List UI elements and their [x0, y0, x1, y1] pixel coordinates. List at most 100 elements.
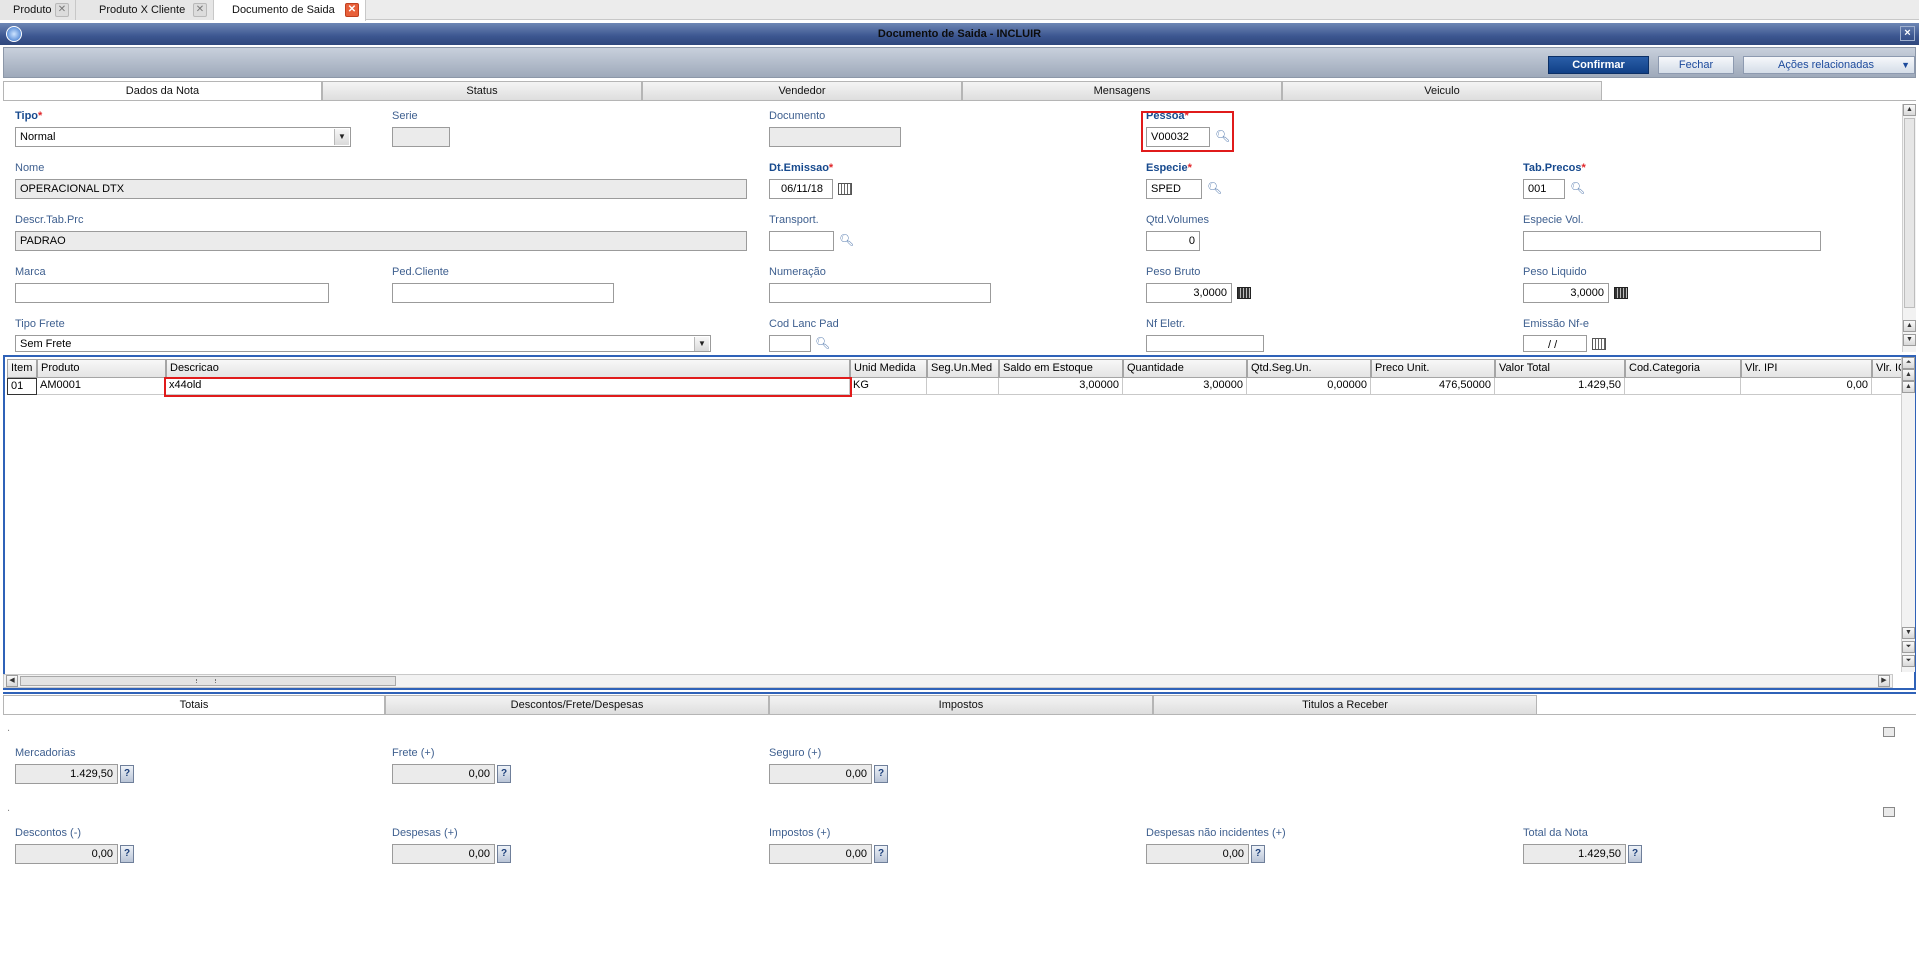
grid-scrollbar[interactable]: ⏶ ▲ ▲ ▼ ⏷ ⏷ — [1901, 357, 1915, 672]
peso-liquido-field[interactable]: 3,0000 — [1523, 283, 1609, 303]
grid-header-valor-total[interactable]: Valor Total — [1495, 359, 1625, 378]
cell-seg-un-med[interactable] — [927, 378, 999, 395]
cell-preco-unit[interactable]: 476,50000 — [1371, 378, 1495, 395]
qtd-volumes-field[interactable]: 0 — [1146, 231, 1200, 251]
doc-tab-produto[interactable]: Produto ✕ — [0, 0, 76, 20]
grid-header-preco-unit[interactable]: Preco Unit. — [1371, 359, 1495, 378]
search-icon[interactable]: 🔍︎ — [839, 233, 854, 247]
search-icon[interactable]: 🔍︎ — [1570, 181, 1585, 195]
emissao-nfe-field[interactable]: / / — [1523, 335, 1587, 352]
help-button[interactable]: ? — [120, 845, 134, 863]
grid-horizontal-scrollbar[interactable]: ◀ ▶ — [3, 674, 1893, 688]
tab-descontos-frete-despesas[interactable]: Descontos/Frete/Despesas — [385, 695, 769, 715]
cell-item[interactable]: 01 — [7, 378, 37, 395]
grid-header-qtd-seg-un[interactable]: Qtd.Seg.Un. — [1247, 359, 1371, 378]
grid-header-descricao[interactable]: Descricao — [166, 359, 850, 378]
window-close-icon[interactable]: × — [1900, 26, 1915, 41]
scroll-left-icon[interactable]: ◀ — [6, 675, 18, 687]
documento-field[interactable] — [769, 127, 901, 147]
cod-lanc-pad-field[interactable] — [769, 335, 811, 352]
form-scrollbar[interactable]: ▲ ▲ ▼ — [1902, 104, 1916, 352]
nf-eletr-field[interactable] — [1146, 335, 1264, 352]
scroll-down-icon[interactable]: ⏷ — [1902, 641, 1915, 653]
calendar-icon[interactable] — [1592, 338, 1606, 350]
grid-header-saldo-estoque[interactable]: Saldo em Estoque — [999, 359, 1123, 378]
grid-header-unid-medida[interactable]: Unid Medida — [850, 359, 927, 378]
marca-field[interactable] — [15, 283, 329, 303]
tab-precos-field[interactable]: 001 — [1523, 179, 1565, 199]
cell-cod-categoria[interactable] — [1625, 378, 1741, 395]
scroll-up-icon[interactable]: ▲ — [1903, 320, 1916, 332]
serie-field[interactable] — [392, 127, 450, 147]
cell-saldo-estoque[interactable]: 3,00000 — [999, 378, 1123, 395]
search-icon[interactable]: 🔍︎ — [1207, 181, 1222, 195]
chevron-down-icon[interactable]: ▼ — [334, 129, 349, 145]
peso-bruto-field[interactable]: 3,0000 — [1146, 283, 1232, 303]
close-icon[interactable]: ✕ — [55, 3, 69, 17]
doc-tab-documento-de-saida[interactable]: Documento de Saida ✕ — [214, 0, 366, 21]
grid-header-seg-un-med[interactable]: Seg.Un.Med — [927, 359, 999, 378]
tab-veiculo[interactable]: Veiculo — [1282, 81, 1602, 101]
tab-dados-da-nota[interactable]: Dados da Nota — [3, 81, 322, 101]
cell-produto[interactable]: AM0001 — [37, 378, 166, 395]
grid-header-vlr-ipi[interactable]: Vlr. IPI — [1741, 359, 1872, 378]
tab-status[interactable]: Status — [322, 81, 642, 101]
total-nota-field[interactable]: 1.429,50 — [1523, 844, 1626, 864]
despesas-nao-incidentes-field[interactable]: 0,00 — [1146, 844, 1249, 864]
help-button[interactable]: ? — [120, 765, 134, 783]
scroll-thumb[interactable] — [1904, 118, 1915, 308]
chevron-down-icon[interactable]: ▼ — [694, 337, 709, 351]
scroll-up-icon[interactable]: ▲ — [1902, 381, 1915, 393]
transport-field[interactable] — [769, 231, 834, 251]
tab-titulos-a-receber[interactable]: Titulos a Receber — [1153, 695, 1537, 715]
seguro-field[interactable]: 0,00 — [769, 764, 872, 784]
tab-impostos[interactable]: Impostos — [769, 695, 1153, 715]
scroll-down-icon[interactable]: ▼ — [1903, 334, 1916, 346]
frete-field[interactable]: 0,00 — [392, 764, 495, 784]
especie-field[interactable]: SPED — [1146, 179, 1202, 199]
scroll-up-icon[interactable]: ▲ — [1902, 369, 1915, 381]
help-button[interactable]: ? — [1251, 845, 1265, 863]
grid-header-cod-categoria[interactable]: Cod.Categoria — [1625, 359, 1741, 378]
dt-emissao-field[interactable]: 06/11/18 — [769, 179, 833, 199]
cell-qtd-seg-un[interactable]: 0,00000 — [1247, 378, 1371, 395]
descontos-field[interactable]: 0,00 — [15, 844, 118, 864]
help-button[interactable]: ? — [874, 765, 888, 783]
descr-tab-prc-field[interactable]: PADRAO — [15, 231, 747, 251]
help-button[interactable]: ? — [874, 845, 888, 863]
close-icon[interactable]: ✕ — [193, 3, 207, 17]
acoes-relacionadas-button[interactable]: Ações relacionadas ▼ — [1743, 56, 1915, 74]
collapse-icon[interactable] — [1883, 727, 1895, 737]
tipo-select[interactable]: Normal ▼ — [15, 127, 351, 147]
calculator-icon[interactable] — [1237, 287, 1251, 299]
grid-header-quantidade[interactable]: Quantidade — [1123, 359, 1247, 378]
cell-quantidade[interactable]: 3,00000 — [1123, 378, 1247, 395]
tab-mensagens[interactable]: Mensagens — [962, 81, 1282, 101]
cell-vlr-ic[interactable] — [1872, 378, 1902, 395]
mercadorias-field[interactable]: 1.429,50 — [15, 764, 118, 784]
tab-totais[interactable]: Totais — [3, 695, 385, 715]
grid-header-produto[interactable]: Produto — [37, 359, 166, 378]
grid-header-vlr-ic[interactable]: Vlr. IC — [1872, 359, 1902, 378]
especie-vol-field[interactable] — [1523, 231, 1821, 251]
scroll-top-icon[interactable]: ⏶ — [1902, 357, 1915, 369]
calendar-icon[interactable] — [838, 183, 852, 195]
scroll-up-icon[interactable]: ▲ — [1903, 104, 1916, 116]
cell-unid-medida[interactable]: KG — [850, 378, 927, 395]
close-icon[interactable]: ✕ — [345, 3, 359, 17]
confirmar-button[interactable]: Confirmar — [1548, 56, 1649, 74]
collapse-icon[interactable] — [1883, 807, 1895, 817]
search-icon[interactable]: 🔍︎ — [815, 336, 830, 350]
cell-vlr-ipi[interactable]: 0,00 — [1741, 378, 1872, 395]
help-button[interactable]: ? — [1628, 845, 1642, 863]
nome-field[interactable]: OPERACIONAL DTX — [15, 179, 747, 199]
calculator-icon[interactable] — [1614, 287, 1628, 299]
scroll-bottom-icon[interactable]: ⏷ — [1902, 655, 1915, 667]
numeracao-field[interactable] — [769, 283, 991, 303]
scroll-right-icon[interactable]: ▶ — [1878, 675, 1890, 687]
help-button[interactable]: ? — [497, 845, 511, 863]
scroll-down-icon[interactable]: ▼ — [1902, 627, 1915, 639]
scroll-thumb[interactable] — [20, 676, 396, 686]
doc-tab-produto-x-cliente[interactable]: Produto X Cliente ✕ — [76, 0, 214, 20]
cell-valor-total[interactable]: 1.429,50 — [1495, 378, 1625, 395]
